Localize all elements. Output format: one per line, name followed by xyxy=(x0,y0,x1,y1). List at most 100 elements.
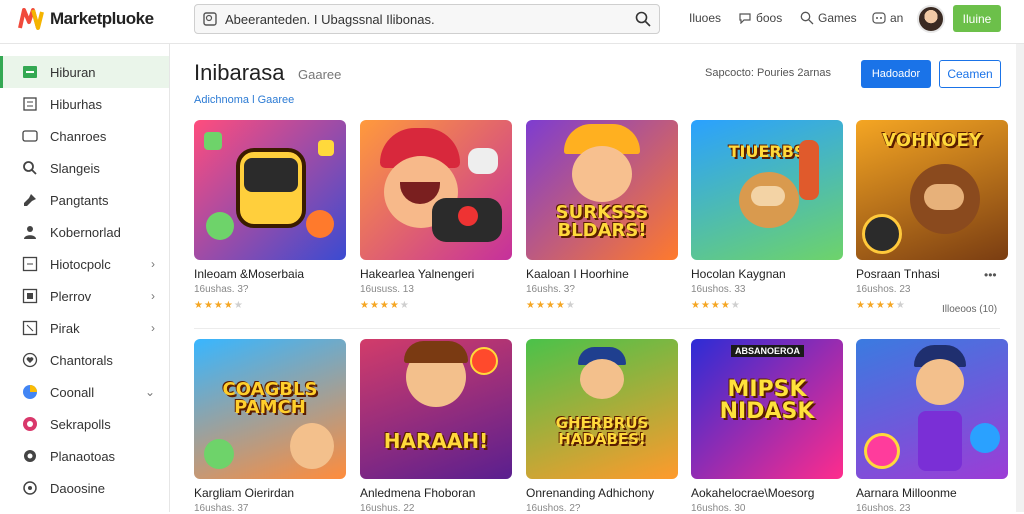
sidebar-item-sekrapolls[interactable]: Sekrapolls xyxy=(0,408,169,440)
pin-icon xyxy=(22,192,38,208)
app-card[interactable]: ABSANOEROA MIPSK NIDASK Aokahelocrae\Moe… xyxy=(691,339,843,514)
app-card[interactable]: HARAAH! Anledmena Fhoboran 16ushus. 22 xyxy=(360,339,512,514)
card-thumbnail[interactable] xyxy=(856,339,1008,479)
page-title: Inibarasa xyxy=(194,60,285,85)
top-link-4[interactable]: an xyxy=(872,11,903,25)
card-thumbnail[interactable]: COAGBLS PAMCH xyxy=(194,339,346,479)
top-link-games[interactable]: Games xyxy=(800,11,857,25)
sidebar-item-slangeis[interactable]: Slangeis xyxy=(0,152,169,184)
app-card[interactable]: SURKSSS BLDARS! Kaaloan I Hoorhine 16ush… xyxy=(526,120,678,311)
top-link-1[interactable]: Iluoes xyxy=(689,11,721,25)
more-menu-icon[interactable]: ••• xyxy=(984,268,997,282)
sidebar-item-hiotocpolc[interactable]: Hiotocpolc › xyxy=(0,248,169,280)
grid-icon xyxy=(203,12,217,26)
sidebar-item-pangtants[interactable]: Pangtants xyxy=(0,184,169,216)
chevron-down-icon[interactable]: ⌄ xyxy=(145,385,155,399)
row-divider xyxy=(194,328,1000,329)
card-thumbnail[interactable] xyxy=(194,120,346,260)
app-card[interactable]: TIUERBS Hocolan Kaygnan 16ushos. 33 ★★★★… xyxy=(691,120,843,311)
dot-icon xyxy=(22,480,38,496)
square-icon xyxy=(22,288,38,304)
search-icon[interactable] xyxy=(635,11,651,27)
sort-select[interactable]: Sapcocto: Pouries 2arnas xyxy=(705,67,831,79)
card-title: Kaaloan I Hoorhine xyxy=(526,267,629,281)
top-action-button[interactable]: Iluine xyxy=(953,5,1001,32)
sidebar-item-label: Pirak xyxy=(50,320,80,336)
card-meta: 16ushas. 37 xyxy=(194,503,249,514)
app-card[interactable]: Inleoam &Moserbaia 16ushas. 3? ★★★★★ xyxy=(194,120,346,311)
secondary-button[interactable]: Ceamen xyxy=(939,60,1001,88)
sidebar-item-chantorals[interactable]: Chantorals xyxy=(0,344,169,376)
card-thumbnail[interactable]: HARAAH! xyxy=(360,339,512,479)
card-meta: 16ushs. 3? xyxy=(526,284,575,295)
card-meta: 16ushus. 22 xyxy=(360,503,415,514)
card-thumbnail[interactable]: GHERBRUS HADABES! xyxy=(526,339,678,479)
sidebar-item-coonall[interactable]: Coonall ⌄ xyxy=(0,376,169,408)
card-thumbnail[interactable] xyxy=(360,120,512,260)
primary-button[interactable]: Hadoador xyxy=(861,60,931,88)
sidebar-item-planaotoas[interactable]: Planaotoas xyxy=(0,440,169,472)
card-thumbnail[interactable]: SURKSSS BLDARS! xyxy=(526,120,678,260)
sidebar-item-daoosine[interactable]: Daoosine xyxy=(0,472,169,504)
logo-icon xyxy=(18,8,44,30)
sidebar-item-pirak[interactable]: Pirak › xyxy=(0,312,169,344)
sidebar-item-label: Sekrapolls xyxy=(50,416,111,432)
main-content: Inibarasa Gaaree Adichnoma l Gaaree Sapc… xyxy=(170,44,1024,514)
user-avatar[interactable] xyxy=(917,5,945,33)
dot-icon xyxy=(22,448,38,464)
sidebar-item-hiburan[interactable]: Hiburan xyxy=(0,56,169,88)
sidebar-item-label: Pangtants xyxy=(50,192,109,208)
card-title: Aokahelocrae\Moesorg xyxy=(691,486,815,500)
card-meta: 16ushos. 23 xyxy=(856,503,911,514)
list-icon xyxy=(22,96,38,112)
heart-icon xyxy=(22,352,38,368)
chevron-right-icon[interactable]: › xyxy=(151,257,155,271)
card-meta: 16ususs. 13 xyxy=(360,284,414,295)
thumbnail-art-text: MIPSK NIDASK xyxy=(719,377,815,424)
sidebar-item-kobernorlad[interactable]: Kobernorlad xyxy=(0,216,169,248)
breadcrumb[interactable]: Adichnoma l Gaaree xyxy=(194,94,294,106)
grid-icon xyxy=(22,256,38,272)
thumbnail-art-text: VOHNOEY xyxy=(882,130,982,151)
app-card[interactable]: COAGBLS PAMCH Kargliam Oierirdan 16ushas… xyxy=(194,339,346,514)
app-card[interactable]: Aarnara Milloonme 16ushos. 23 xyxy=(856,339,1008,514)
card-thumbnail[interactable]: ABSANOEROA MIPSK NIDASK xyxy=(691,339,843,479)
chevron-right-icon[interactable]: › xyxy=(151,289,155,303)
search-bar[interactable] xyxy=(194,4,660,34)
hiburan-icon xyxy=(22,64,38,80)
app-card[interactable]: Hakearlea Yalnengeri 16ususs. 13 ★★★★★ xyxy=(360,120,512,311)
review-count: Illoeoos (10) xyxy=(942,304,998,315)
search-input[interactable] xyxy=(217,11,635,27)
sidebar-item-plerrov[interactable]: Plerrov › xyxy=(0,280,169,312)
sidebar-item-chanroes[interactable]: Chanroes xyxy=(0,120,169,152)
app-name: Marketpluoke xyxy=(50,9,154,28)
thumbnail-banner: ABSANOEROA xyxy=(731,345,805,357)
top-bar: Marketpluoke Iluoes бoos Games an xyxy=(0,0,1024,44)
star-rating: ★★★★★ xyxy=(526,300,576,311)
sidebar-item-label: Hiburan xyxy=(50,64,96,80)
top-link-2[interactable]: бoos xyxy=(738,11,782,25)
thumbnail-art-text: SURKSSS BLDARS! xyxy=(555,202,649,241)
sidebar-item-label: Kobernorlad xyxy=(50,224,121,240)
scrollbar[interactable] xyxy=(1016,44,1024,512)
gear-icon xyxy=(22,416,38,432)
thumbnail-art-text: TIUERBS xyxy=(728,142,806,161)
thumbnail-art-text: COAGBLS PAMCH xyxy=(222,379,318,418)
sidebar-item-label: Coonall xyxy=(50,384,95,400)
card-meta: 16ushos. 30 xyxy=(691,503,746,514)
card-title: Inleoam &Moserbaia xyxy=(194,267,305,281)
sidebar-item-hiburhas[interactable]: Hiburhas xyxy=(0,88,169,120)
card-thumbnail[interactable]: TIUERBS xyxy=(691,120,843,260)
app-card[interactable]: GHERBRUS HADABES! Onrenanding Adhichony … xyxy=(526,339,678,514)
app-card[interactable]: VOHNOEY Posraan Tnhasi 16ushos. 23 ★★★★★ xyxy=(856,120,1008,311)
chevron-right-icon[interactable]: › xyxy=(151,321,155,335)
star-rating: ★★★★★ xyxy=(194,300,244,311)
card-title: Kargliam Oierirdan xyxy=(194,486,295,500)
sidebar-item-label: Planaotoas xyxy=(50,448,116,464)
controller-icon xyxy=(872,12,886,24)
sidebar-item-label: Chantorals xyxy=(50,352,113,368)
chat-icon xyxy=(739,13,751,24)
thumbnail-art-text: HARAAH! xyxy=(383,429,489,453)
card-thumbnail[interactable]: VOHNOEY xyxy=(856,120,1008,260)
app-logo[interactable]: Marketpluoke xyxy=(18,6,154,32)
